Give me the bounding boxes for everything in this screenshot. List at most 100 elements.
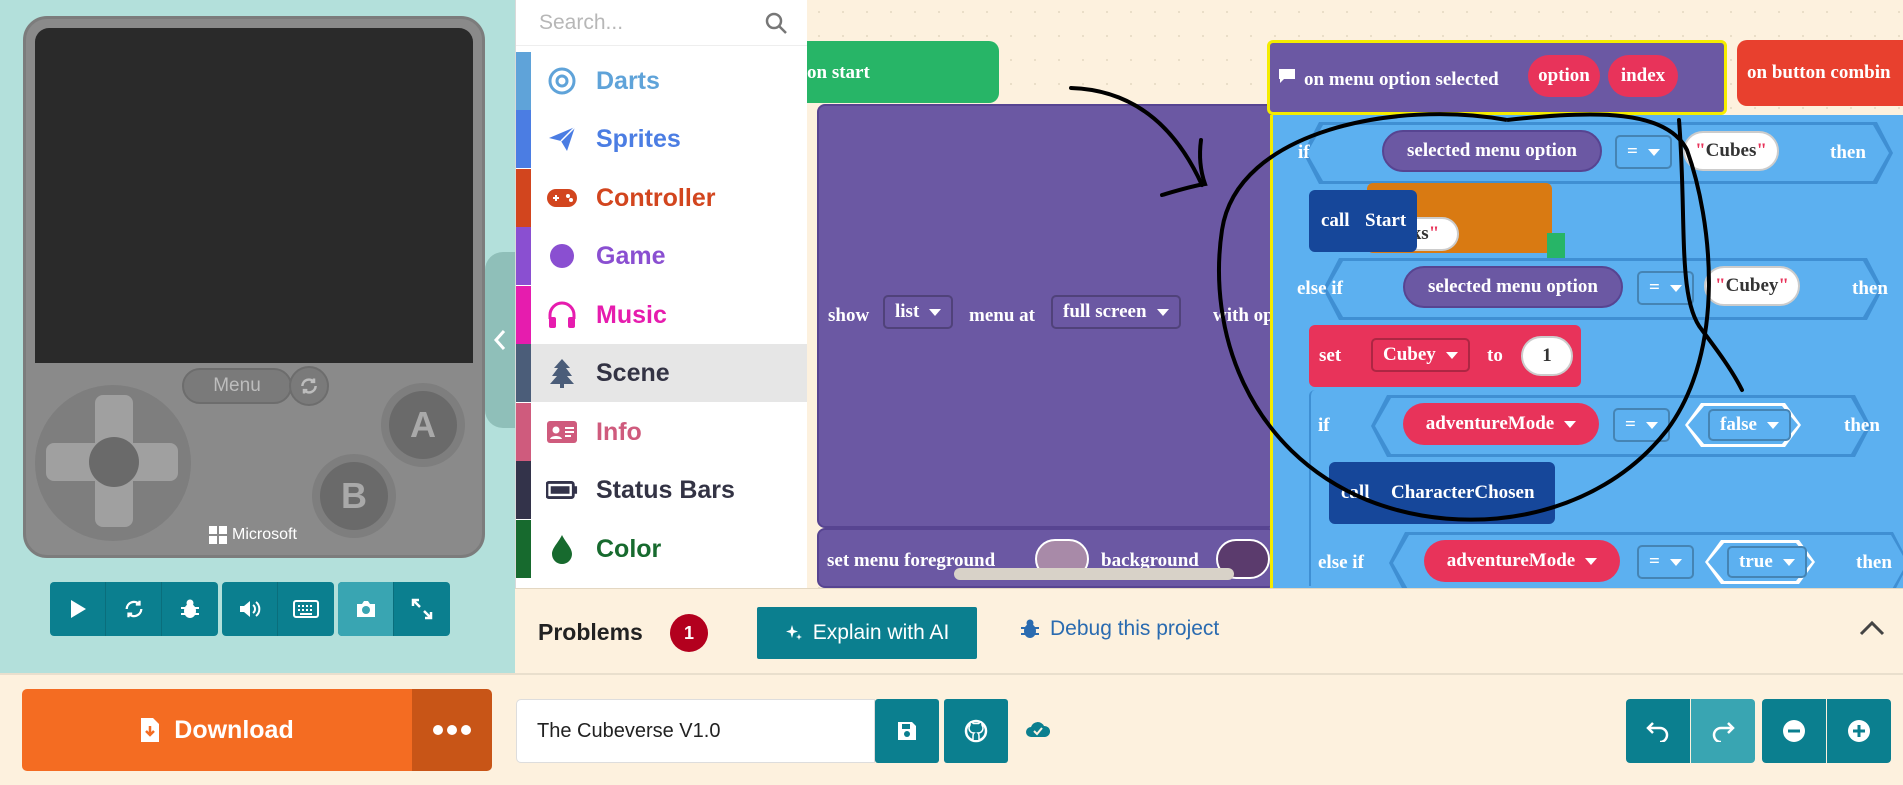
b-button[interactable]: B <box>312 454 396 538</box>
category-color[interactable]: Color <box>516 520 808 578</box>
brand-label: Microsoft <box>232 526 297 543</box>
github-button[interactable] <box>944 699 1008 763</box>
keyboard-icon <box>293 600 319 618</box>
category-scene[interactable]: Scene <box>516 344 808 402</box>
debug-this-project-link[interactable]: Debug this project <box>1020 617 1219 641</box>
game-console: Menu A B Microsoft <box>23 16 485 558</box>
camera-icon <box>356 601 375 617</box>
zoom-in-button[interactable] <box>1827 699 1891 763</box>
search-placeholder: Search... <box>539 10 624 34</box>
b-button-label: B <box>320 462 388 530</box>
problems-bar: Problems 1 Explain with AI Debug this pr… <box>515 588 1903 673</box>
microsoft-logo-icon <box>209 526 227 544</box>
play-button[interactable] <box>50 582 106 636</box>
more-options-button[interactable] <box>412 689 492 771</box>
category-music[interactable]: Music <box>516 286 808 344</box>
zoom-out-button[interactable] <box>1762 699 1826 763</box>
headphones-icon <box>546 299 578 331</box>
a-button-label: A <box>389 391 457 459</box>
debug-this-project-label: Debug this project <box>1050 617 1220 640</box>
redo-button[interactable] <box>1691 699 1755 763</box>
category-darts[interactable]: Darts <box>516 52 808 110</box>
debug-sim-button[interactable] <box>162 582 218 636</box>
save-icon <box>898 722 916 740</box>
category-label: Music <box>596 300 667 329</box>
explain-with-ai-label: Explain with AI <box>812 621 950 644</box>
bug-icon <box>1021 619 1039 638</box>
explain-with-ai-button[interactable]: Explain with AI <box>757 607 977 659</box>
hand-drawn-annotation <box>1069 86 1744 522</box>
bug-icon <box>181 599 199 618</box>
refresh-icon <box>301 378 317 394</box>
tree-icon <box>546 357 578 389</box>
category-label: Color <box>596 534 662 563</box>
category-label: Sprites <box>596 124 681 153</box>
category-color-bar <box>516 461 531 519</box>
droplet-icon <box>546 533 578 565</box>
keyboard-button[interactable] <box>278 582 334 636</box>
menu-button[interactable]: Menu <box>182 368 292 404</box>
collapse-simulator-tab[interactable] <box>485 252 515 428</box>
chevron-left-icon <box>493 330 506 350</box>
zoom-out-icon <box>1783 720 1805 742</box>
search-input[interactable]: Search... <box>516 0 808 46</box>
undo-icon <box>1646 722 1669 742</box>
category-status-bars[interactable]: Status Bars <box>516 461 808 519</box>
problems-count-badge: 1 <box>670 614 708 652</box>
expand-icon <box>411 598 433 620</box>
fullscreen-button[interactable] <box>394 582 450 636</box>
category-label: Controller <box>596 183 716 212</box>
category-color-bar <box>516 520 531 578</box>
category-label: Status Bars <box>596 475 735 504</box>
problems-title[interactable]: Problems <box>538 619 643 646</box>
screenshot-button[interactable] <box>338 582 394 636</box>
game-screen[interactable] <box>35 28 473 363</box>
cloud-saved-icon <box>1025 719 1051 744</box>
brand: Microsoft <box>209 526 297 544</box>
category-label: Info <box>596 417 642 446</box>
bottom-bar: Download The Cubeverse V1.0 <box>0 673 1903 785</box>
mute-button[interactable] <box>222 582 278 636</box>
circle-icon <box>546 240 578 272</box>
project-name-input[interactable]: The Cubeverse V1.0 <box>516 699 875 763</box>
id-card-icon <box>546 416 578 448</box>
a-button[interactable]: A <box>381 383 465 467</box>
sparkle-icon <box>785 625 802 640</box>
speaker-icon <box>239 601 260 617</box>
toolbox: Search... Darts Sprites Controller Game Musi… <box>515 0 808 588</box>
category-label: Scene <box>596 358 670 387</box>
download-label: Download <box>174 715 294 744</box>
download-button[interactable]: Download <box>22 689 412 771</box>
ellipsis-icon <box>433 725 471 735</box>
simulator-toolbar <box>50 582 450 636</box>
category-color-bar <box>516 110 531 168</box>
chevron-up-icon <box>1859 620 1885 636</box>
category-color-bar <box>516 403 531 461</box>
category-controller[interactable]: Controller <box>516 169 808 227</box>
save-button[interactable] <box>875 699 939 763</box>
blocks-workspace[interactable]: on start show list menu at full screen w… <box>807 0 1903 588</box>
battery-icon <box>546 474 578 506</box>
target-icon <box>546 65 578 97</box>
category-info[interactable]: Info <box>516 403 808 461</box>
download-file-icon <box>141 718 160 742</box>
category-color-bar <box>516 344 531 402</box>
gamepad-icon <box>546 182 578 214</box>
category-color-bar <box>516 52 531 110</box>
github-icon <box>964 719 988 743</box>
reset-button[interactable] <box>289 366 329 406</box>
play-icon <box>70 600 86 618</box>
paper-plane-icon <box>546 123 578 155</box>
category-sprites[interactable]: Sprites <box>516 110 808 168</box>
expand-problems-button[interactable] <box>1859 613 1885 644</box>
undo-button[interactable] <box>1626 699 1690 763</box>
search-icon[interactable] <box>764 11 788 35</box>
category-color-bar <box>516 169 531 227</box>
category-color-bar <box>516 286 531 344</box>
simulator-panel: Menu A B Microsoft <box>0 0 515 673</box>
zoom-in-icon <box>1848 720 1870 742</box>
category-label: Darts <box>596 66 660 95</box>
redo-icon <box>1712 722 1735 742</box>
category-game[interactable]: Game <box>516 227 808 285</box>
restart-button[interactable] <box>106 582 162 636</box>
